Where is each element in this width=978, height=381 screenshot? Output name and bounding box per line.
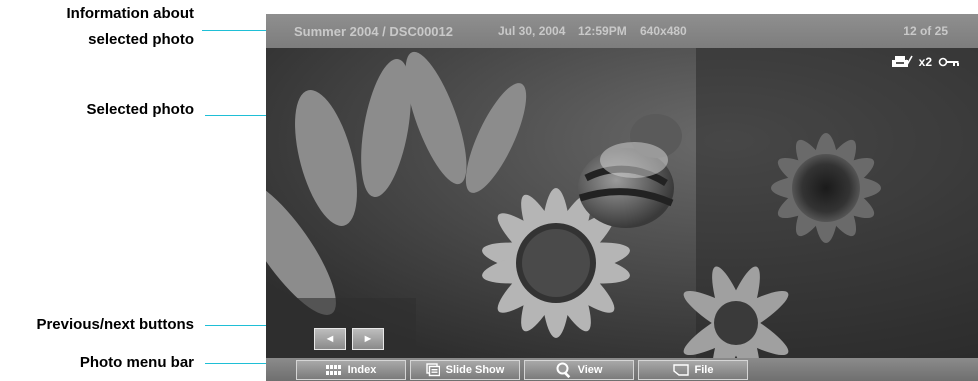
print-copies: x2 [918, 55, 932, 69]
photo-info-bar: Summer 2004 / DSC00012 Jul 30, 2004 12:5… [266, 14, 978, 48]
photo-viewer-screen: Summer 2004 / DSC00012 Jul 30, 2004 12:5… [266, 14, 978, 381]
callout-menu-bar: Photo menu bar [79, 354, 194, 371]
photo-position: 12 of 25 [903, 24, 948, 38]
key-icon [938, 57, 959, 67]
photo-status-icons: x2 [891, 55, 960, 69]
photo-time: 12:59PM [578, 24, 627, 38]
file-icon [672, 364, 689, 376]
selected-photo[interactable] [266, 48, 978, 358]
file-button[interactable]: File [638, 360, 748, 380]
slideshow-label: Slide Show [445, 364, 505, 376]
callout-selected-photo: Selected photo [86, 101, 194, 118]
slideshow-button[interactable]: Slide Show [410, 360, 520, 380]
file-label: File [694, 364, 714, 376]
next-arrow-icon: ► [362, 333, 374, 345]
index-button[interactable]: Index [296, 360, 406, 380]
photo-date: Jul 30, 2004 [498, 24, 566, 38]
grid-icon [325, 365, 341, 375]
index-label: Index [347, 364, 377, 376]
view-button[interactable]: View [524, 360, 634, 380]
photo-menu-bar: Index Slide Show View File [266, 358, 978, 381]
previous-photo-button[interactable]: ◄ [314, 328, 346, 350]
photo-resolution: 640x480 [640, 24, 687, 38]
photo-path: Summer 2004 / DSC00012 [294, 24, 453, 39]
callout-prev-next: Previous/next buttons [36, 316, 194, 333]
callout-info-line1: Information about [66, 5, 195, 22]
next-photo-button[interactable]: ► [352, 328, 384, 350]
magnifier-icon [556, 362, 570, 378]
slideshow-icon [425, 363, 440, 377]
callout-info-line2: selected photo [88, 31, 194, 48]
view-label: View [577, 364, 603, 376]
previous-arrow-icon: ◄ [324, 333, 336, 345]
printer-check-icon [891, 55, 913, 67]
